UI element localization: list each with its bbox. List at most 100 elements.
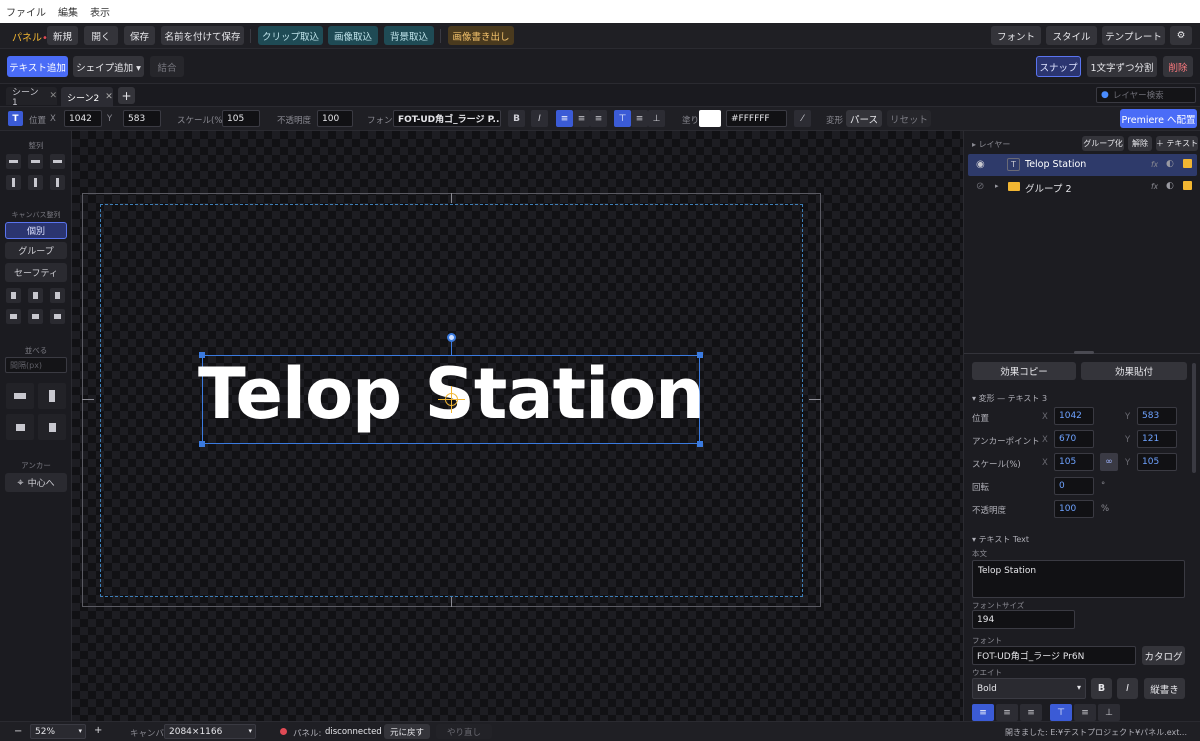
layer-row-telop[interactable]: ◉ T Telop Station fx ◐ <box>968 154 1197 176</box>
space-horizontal-icon[interactable] <box>6 414 34 440</box>
zoom-select[interactable]: 52% ▾ <box>30 724 86 739</box>
style-button[interactable]: スタイル <box>1046 26 1097 45</box>
opacity-input[interactable]: 100 <box>317 110 353 127</box>
align-vcenter-icon[interactable] <box>28 175 43 190</box>
blend-icon[interactable]: ◐ <box>1166 159 1174 169</box>
text-align-right-icon[interactable]: ≡ <box>1020 704 1042 721</box>
split-chars-button[interactable]: 1文字ずつ分割 <box>1087 56 1157 77</box>
individual-toggle[interactable]: 個別 <box>5 222 67 239</box>
copy-effect-button[interactable]: 効果コピー <box>972 362 1076 380</box>
save-as-button[interactable]: 名前を付けて保存 <box>161 26 244 45</box>
eyedropper-icon[interactable]: ⁄ <box>794 110 811 127</box>
add-shape-button[interactable]: シェイプ追加 ▾ <box>73 56 144 77</box>
text-valign-middle-icon[interactable]: ≡ <box>1074 704 1096 721</box>
scrollbar[interactable] <box>1192 363 1196 473</box>
template-button[interactable]: テンプレート <box>1102 26 1165 45</box>
redo-button[interactable]: やり直し <box>436 724 492 739</box>
premiere-place-button[interactable]: Premiere へ配置 <box>1120 109 1197 128</box>
tab-scene1[interactable]: シーン1 ✕ <box>6 87 57 108</box>
opacity-input[interactable]: 100 <box>1054 500 1094 518</box>
reset-button[interactable]: リセット <box>887 110 931 127</box>
ungroup-button[interactable]: 解除 <box>1128 136 1152 151</box>
rotate-handle-icon[interactable] <box>447 333 456 342</box>
canvas-align-br-icon[interactable] <box>50 309 65 324</box>
canvas-area[interactable]: Telop Station <box>72 131 963 721</box>
catalog-button[interactable]: カタログ <box>1142 646 1185 665</box>
save-button[interactable]: 保存 <box>124 26 155 45</box>
font-select[interactable]: FOT-UD角ゴ_ラージ P... <box>393 110 501 127</box>
anchor-x-input[interactable]: 670 <box>1054 430 1094 448</box>
valign-bottom-icon[interactable]: ⊥ <box>648 110 665 127</box>
space-vertical-icon[interactable] <box>38 414 66 440</box>
new-button[interactable]: 新規 <box>47 26 78 45</box>
canvas-align-tc-icon[interactable] <box>28 288 43 303</box>
menu-edit[interactable]: 編集 <box>58 4 78 19</box>
align-center-icon[interactable]: ≡ <box>573 110 590 127</box>
pos-x-input[interactable]: 1042 <box>1054 407 1094 425</box>
safety-toggle[interactable]: セーフティ <box>5 263 67 282</box>
eye-hidden-icon[interactable]: ⊘ <box>976 181 984 192</box>
add-text-button[interactable]: テキスト追加 <box>7 56 68 77</box>
lock-icon[interactable] <box>1183 181 1192 190</box>
close-icon[interactable]: ✕ <box>105 92 113 102</box>
align-right-icon[interactable]: ≡ <box>590 110 607 127</box>
paste-effect-button[interactable]: 効果貼付 <box>1081 362 1187 380</box>
weight-select[interactable]: Bold ▾ <box>972 678 1086 699</box>
align-bottom-edge-icon[interactable] <box>50 175 65 190</box>
valign-middle-icon[interactable]: ≡ <box>631 110 648 127</box>
distribute-vertical-icon[interactable] <box>38 383 66 409</box>
delete-button[interactable]: 削除 <box>1163 56 1193 77</box>
center-anchor-button[interactable]: ⌖ 中心へ <box>5 473 67 492</box>
anchor-y-input[interactable]: 121 <box>1137 430 1177 448</box>
rotation-input[interactable]: 0 <box>1054 477 1094 495</box>
text-valign-bottom-icon[interactable]: ⊥ <box>1098 704 1120 721</box>
open-button[interactable]: 開く <box>84 26 118 45</box>
add-tab-button[interactable]: + <box>118 87 135 104</box>
layer-search-input[interactable]: ● レイヤー検索 <box>1096 87 1196 103</box>
spacing-input[interactable]: 間隔(px) <box>5 357 67 373</box>
close-icon[interactable]: ✕ <box>49 91 57 101</box>
resize-handle[interactable] <box>697 441 703 447</box>
vertical-text-button[interactable]: 縦書き <box>1144 678 1185 699</box>
scale-x-input[interactable]: 105 <box>1054 453 1094 471</box>
canvas-align-tl-icon[interactable] <box>6 288 21 303</box>
eye-icon[interactable]: ◉ <box>976 159 985 170</box>
align-right-edge-icon[interactable] <box>50 154 65 169</box>
lock-icon[interactable] <box>1183 159 1192 168</box>
menu-view[interactable]: 表示 <box>90 4 110 19</box>
canvas-align-bl-icon[interactable] <box>6 309 21 324</box>
bold-button[interactable]: B <box>1091 678 1112 699</box>
layer-row-group2[interactable]: ⊘ ▸ グループ 2 fx ◐ <box>968 176 1197 198</box>
fx-icon[interactable]: fx <box>1151 160 1158 169</box>
clip-import-button[interactable]: クリップ取込 <box>258 26 323 45</box>
text-valign-top-icon[interactable]: ⊤ <box>1050 704 1072 721</box>
add-text-layer-button[interactable]: ＋ テキスト <box>1156 136 1198 151</box>
tab-scene2[interactable]: シーン2 ✕ <box>61 87 113 107</box>
zoom-in-button[interactable]: + <box>94 725 102 736</box>
link-scale-icon[interactable]: ∞ <box>1100 453 1118 471</box>
fx-icon[interactable]: fx <box>1151 182 1158 191</box>
valign-top-icon[interactable]: ⊤ <box>614 110 631 127</box>
resize-handle[interactable] <box>697 352 703 358</box>
text-align-left-icon[interactable]: ≡ <box>972 704 994 721</box>
scale-input[interactable]: 105 <box>222 110 260 127</box>
align-left-icon[interactable]: ≡ <box>556 110 573 127</box>
pos-y-input[interactable]: 583 <box>1137 407 1177 425</box>
align-left-edge-icon[interactable] <box>6 154 21 169</box>
fill-hex-input[interactable]: #FFFFFF <box>726 110 787 127</box>
menu-file[interactable]: ファイル <box>6 4 46 19</box>
resize-handle[interactable] <box>199 441 205 447</box>
italic-button[interactable]: I <box>1117 678 1138 699</box>
group-button[interactable]: グループ化 <box>1082 136 1124 151</box>
perspective-button[interactable]: パース <box>846 110 882 127</box>
canvas-align-tr-icon[interactable] <box>50 288 65 303</box>
canvas-align-bc-icon[interactable] <box>28 309 43 324</box>
expand-arrow-icon[interactable]: ▸ <box>995 182 999 190</box>
italic-button[interactable]: I <box>531 110 548 127</box>
image-export-button[interactable]: 画像書き出し <box>448 26 514 45</box>
position-y-input[interactable]: 583 <box>123 110 161 127</box>
scale-y-input[interactable]: 105 <box>1137 453 1177 471</box>
group-toggle[interactable]: グループ <box>5 242 67 259</box>
bg-import-button[interactable]: 背景取込 <box>384 26 434 45</box>
distribute-horizontal-icon[interactable] <box>6 383 34 409</box>
